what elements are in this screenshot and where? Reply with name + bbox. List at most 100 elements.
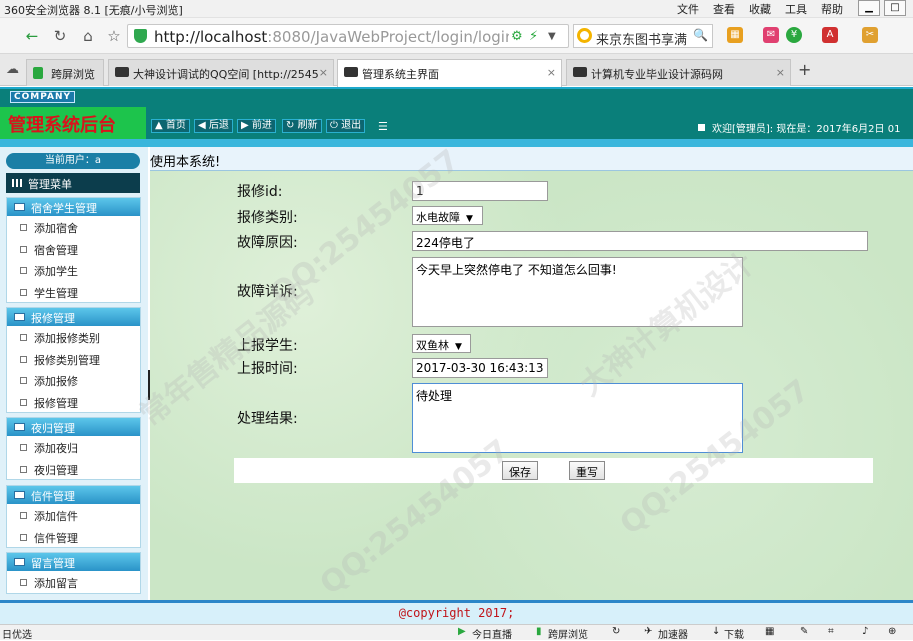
sidebar-item-repair-manage[interactable]: 报修管理 (7, 391, 140, 413)
nav-forward-button[interactable]: ▶ 前进 (237, 119, 276, 133)
mail-icon[interactable]: ✉ (763, 27, 779, 43)
bullet-icon (20, 245, 27, 253)
url-text[interactable]: http://localhost:8080/JavaWebProject/log… (154, 28, 509, 46)
menu-help[interactable]: 帮助 (821, 1, 843, 17)
menu-lines-icon: ☰ (378, 120, 388, 133)
close-icon[interactable]: × (547, 66, 556, 79)
folder-icon (14, 423, 25, 431)
coin-icon[interactable]: ¥ (786, 27, 802, 43)
shield-icon (134, 29, 147, 43)
sidebar-item-add-student[interactable]: 添加学生 (7, 259, 140, 281)
menu-file[interactable]: 文件 (677, 1, 699, 17)
fault-detail-textarea[interactable]: 今天早上突然停电了 不知道怎么回事! (412, 257, 743, 327)
menu-view[interactable]: 查看 (713, 1, 735, 17)
group-header-late-return[interactable]: 夜归管理 (7, 418, 140, 436)
phone-icon: ▮ (536, 626, 542, 637)
sidebar-item-add-repair[interactable]: 添加报修 (7, 369, 140, 391)
app-title: 管理系统后台 (0, 107, 146, 139)
status-live[interactable]: 今日直播 (472, 626, 512, 641)
bullet-icon (20, 444, 27, 451)
back-arrow-icon[interactable]: ← (22, 26, 42, 46)
bullet-icon (20, 465, 27, 473)
group-header-messages[interactable]: 留言管理 (7, 553, 140, 571)
bullet-icon (698, 124, 705, 131)
tab-qq-space[interactable]: 大神设计调试的QQ空间 [http://2545 × (108, 59, 334, 86)
search-icon[interactable]: 🔍 (693, 28, 708, 42)
sidebar: 当前用户：a 管理菜单 宿舍学生管理 添加宿舍 宿舍管理 添加学生 学生管理 报… (0, 147, 148, 600)
sidebar-item-late-return-manage[interactable]: 夜归管理 (7, 458, 140, 480)
nav-exit-button[interactable]: ⏻ 退出 (326, 119, 366, 133)
lightning-icon[interactable]: ⚡ (529, 29, 538, 44)
group-header-repair[interactable]: 报修管理 (7, 308, 140, 326)
sidebar-item-letter-manage[interactable]: 信件管理 (7, 526, 140, 548)
edit-icon[interactable]: ✎ (800, 626, 808, 637)
report-time-input[interactable]: 2017-03-30 16:43:13 (412, 358, 548, 378)
status-accelerator[interactable]: 加速器 (658, 626, 688, 641)
save-button[interactable]: 保存 (502, 461, 538, 480)
group-header-letters[interactable]: 信件管理 (7, 486, 140, 504)
tab-main-interface[interactable]: 管理系统主界面 × (337, 59, 562, 87)
minimize-icon[interactable]: ▁ (858, 0, 880, 16)
home-icon[interactable]: ⌂ (78, 26, 98, 46)
star-icon[interactable]: ☆ (104, 26, 124, 46)
url-bar[interactable]: http://localhost:8080/JavaWebProject/log… (127, 24, 569, 48)
browser-title-bar: 360安全浏览器 8.1 [无痕/小号浏览] 文件 查看 收藏 工具 帮助 ▁ … (0, 0, 913, 18)
zoom-icon[interactable]: ⊕ (888, 626, 896, 637)
tab-source-site[interactable]: 计算机专业毕业设计源码网 × (566, 59, 791, 86)
folder-icon (14, 491, 25, 499)
group-letters: 信件管理 添加信件 信件管理 (6, 485, 141, 548)
nav-home-button[interactable]: ▲ 首页 (151, 119, 190, 133)
maximize-icon[interactable]: □ (884, 0, 906, 16)
sidebar-item-add-message[interactable]: 添加留言 (7, 571, 140, 593)
sidebar-item-repair-type-manage[interactable]: 报修类别管理 (7, 348, 140, 370)
search-text[interactable]: 来京东图书享满 (596, 29, 691, 48)
company-logo: COMPANY (10, 91, 75, 103)
bullet-icon (20, 267, 27, 274)
menu-favorites[interactable]: 收藏 (749, 1, 771, 17)
pdf-icon[interactable]: A (822, 27, 838, 43)
window-title: 360安全浏览器 8.1 [无痕/小号浏览] (4, 4, 183, 17)
volume-icon[interactable]: ♪ (862, 626, 868, 637)
sidebar-item-dorm-manage[interactable]: 宿舍管理 (7, 238, 140, 260)
apps-icon[interactable]: ▦ (727, 27, 743, 43)
cloud-icon[interactable]: ☁ (6, 62, 19, 77)
group-header-dorm-student[interactable]: 宿舍学生管理 (7, 198, 140, 216)
crop-icon[interactable]: ⌗ (828, 626, 834, 637)
repair-id-input[interactable]: 1 (412, 181, 548, 201)
close-icon[interactable]: × (319, 66, 328, 79)
search-input[interactable]: 来京东图书享满 🔍 (573, 24, 713, 48)
result-textarea[interactable]: 待处理 (412, 383, 743, 453)
folder-icon (14, 558, 25, 566)
sidebar-item-add-dorm[interactable]: 添加宿舍 (7, 216, 140, 238)
reporter-select[interactable]: 双鱼林 ▼ (412, 334, 471, 353)
settings-gear-icon[interactable]: ⚙ (511, 29, 523, 44)
reload-icon[interactable]: ↻ (50, 26, 70, 46)
footer: @copyright 2017; (0, 600, 913, 624)
fault-reason-input[interactable]: 224停电了 (412, 231, 868, 251)
dropdown-arrow-icon[interactable]: ▼ (548, 31, 556, 42)
menu-tools[interactable]: 工具 (785, 1, 807, 17)
nav-back-button[interactable]: ◀ 后退 (194, 119, 233, 133)
folder-icon (14, 203, 25, 211)
sidebar-item-add-repair-type[interactable]: 添加报修类别 (7, 326, 140, 348)
browser-status-bar: 日优选 ▶ 今日直播 ▮ 跨屏浏览 ↻ ✈ 加速器 ↓ 下载 ▦ ✎ ⌗ ♪ ⊕ (0, 624, 913, 641)
bullet-icon (20, 355, 27, 363)
sidebar-item-add-letter[interactable]: 添加信件 (7, 504, 140, 526)
extension-icon[interactable]: ✂ (862, 27, 878, 43)
status-download[interactable]: 下载 (724, 626, 744, 641)
phone-icon (33, 67, 43, 79)
address-toolbar: ← ↻ ⌂ ☆ http://localhost:8080/JavaWebPro… (0, 18, 913, 54)
nav-refresh-button[interactable]: ↻ 刷新 (282, 119, 322, 133)
new-tab-icon[interactable]: + (798, 60, 811, 79)
tab-cross-screen[interactable]: 跨屏浏览 (26, 59, 104, 86)
close-icon[interactable]: × (776, 66, 785, 79)
sidebar-item-add-late-return[interactable]: 添加夜归 (7, 436, 140, 458)
sidebar-item-student-manage[interactable]: 学生管理 (7, 281, 140, 303)
page-icon (115, 67, 129, 77)
reset-button[interactable]: 重写 (569, 461, 605, 480)
refresh-icon[interactable]: ↻ (612, 626, 620, 637)
grid-icon[interactable]: ▦ (765, 626, 774, 637)
repair-type-select[interactable]: 水电故障 ▼ (412, 206, 483, 225)
status-left-text[interactable]: 日优选 (2, 626, 32, 641)
status-cross-screen[interactable]: 跨屏浏览 (548, 626, 588, 641)
